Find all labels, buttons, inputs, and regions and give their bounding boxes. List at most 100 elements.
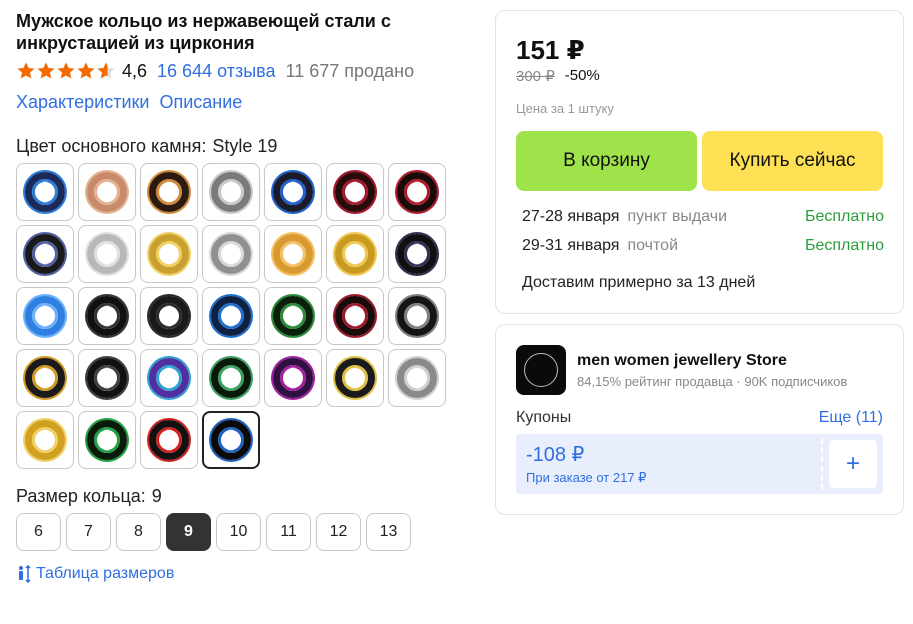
color-swatch[interactable] [202,349,260,407]
coupon-add-button[interactable]: + [829,440,877,488]
reviews-link[interactable]: 16 644 отзыва [157,61,275,82]
coupons-more-link[interactable]: Еще (11) [819,409,883,427]
size-option[interactable]: 13 [366,513,411,551]
discount-badge: -50% [564,67,600,84]
color-swatch[interactable] [78,225,136,283]
size-label: Размер кольца: 9 [16,485,476,507]
ring-thumbnail [149,420,189,460]
color-swatch[interactable] [202,411,260,469]
ring-thumbnail [87,234,127,274]
color-swatch[interactable] [202,225,260,283]
size-option[interactable]: 7 [66,513,111,551]
color-swatch[interactable] [16,225,74,283]
size-option[interactable]: 8 [116,513,161,551]
coupon-card: -108 ₽ При заказе от 217 ₽ + [516,434,883,494]
ring-thumbnail [211,172,251,212]
ring-thumbnail [149,296,189,336]
ring-thumbnail [25,358,65,398]
ring-thumbnail [25,172,65,212]
color-label-text: Цвет основного камня: [16,135,207,156]
color-swatch[interactable] [16,287,74,345]
plus-icon: + [845,450,860,477]
size-selected-value: 9 [151,485,162,506]
color-swatch[interactable] [140,349,198,407]
ring-thumbnail [211,420,251,460]
color-swatch[interactable] [264,225,322,283]
ring-thumbnail [25,234,65,274]
sold-count: 11 677 продано [285,60,415,81]
coupons-label: Купоны [516,409,572,426]
color-swatch[interactable] [388,287,446,345]
star-icon [37,62,55,79]
star-icon [77,62,95,79]
ring-thumbnail [87,296,127,336]
color-swatch[interactable] [264,163,322,221]
color-swatch[interactable] [140,411,198,469]
tab-description[interactable]: Описание [159,92,242,113]
size-table-link[interactable]: Таблица размеров [16,565,476,583]
star-icon [97,62,115,79]
store-panel: men women jewellery Store 84,15% рейтинг… [495,324,904,515]
color-swatch[interactable] [388,163,446,221]
ring-thumbnail [25,296,65,336]
size-table-label: Таблица размеров [36,565,175,582]
star-icon [57,62,75,79]
size-option[interactable]: 12 [316,513,361,551]
ring-thumbnail [211,296,251,336]
color-swatch[interactable] [326,163,384,221]
color-swatch[interactable] [78,411,136,469]
color-swatch[interactable] [78,349,136,407]
color-selected-value: Style 19 [212,135,278,156]
color-swatch[interactable] [140,163,198,221]
size-options: 6 7 8 9 10 11 12 13 [16,513,476,551]
color-swatch[interactable] [16,349,74,407]
buy-now-button[interactable]: Купить сейчас [702,131,883,191]
add-to-cart-button[interactable]: В корзину [516,131,697,191]
color-swatch[interactable] [140,225,198,283]
ring-thumbnail [335,234,375,274]
size-option[interactable]: 11 [266,513,311,551]
ring-thumbnail [87,358,127,398]
product-tabs: Характеристики Описание [16,91,476,113]
ring-thumbnail [397,234,437,274]
product-info: Мужское кольцо из нержавеющей стали с ин… [16,10,476,583]
color-swatch[interactable] [264,349,322,407]
store-name[interactable]: men women jewellery Store [577,352,787,370]
color-swatch[interactable] [78,287,136,345]
ring-thumbnail [87,420,127,460]
coupon-amount: -108 ₽ [526,444,585,466]
delivery-date: 29-31 января [522,237,620,254]
color-swatch[interactable] [202,287,260,345]
size-option[interactable]: 6 [16,513,61,551]
rating-row: 4,6 16 644 отзыва 11 677 продано [16,60,476,82]
color-swatch[interactable] [326,287,384,345]
product-title: Мужское кольцо из нержавеющей стали с ин… [16,11,391,53]
ring-thumbnail [149,358,189,398]
color-swatch[interactable] [388,225,446,283]
delivery-estimate: Доставим примерно за 13 дней [522,274,756,291]
color-swatch[interactable] [264,287,322,345]
delivery-option-post: 29-31 января почтой Бесплатно [522,237,884,255]
color-swatch[interactable] [388,349,446,407]
color-swatch[interactable] [16,163,74,221]
color-swatch[interactable] [326,349,384,407]
ring-thumbnail [335,172,375,212]
size-label-text: Размер кольца: [16,485,146,506]
size-option[interactable]: 9 [166,513,211,551]
size-option[interactable]: 10 [216,513,261,551]
ring-thumbnail [87,172,127,212]
store-logo[interactable] [516,345,566,395]
tab-characteristics[interactable]: Характеристики [16,92,149,113]
delivery-cost: Бесплатно [804,237,884,254]
price-panel: 151 ₽ 300 ₽ -50% Цена за 1 штуку В корзи… [495,10,904,314]
ring-thumbnail [397,172,437,212]
store-logo-mark [524,353,558,387]
color-swatch[interactable] [326,225,384,283]
color-swatch[interactable] [78,163,136,221]
color-swatch[interactable] [202,163,260,221]
ring-thumbnail [149,172,189,212]
color-swatch[interactable] [140,287,198,345]
color-swatch[interactable] [16,411,74,469]
ring-thumbnail [273,234,313,274]
coupon-condition: При заказе от 217 ₽ [526,470,647,485]
